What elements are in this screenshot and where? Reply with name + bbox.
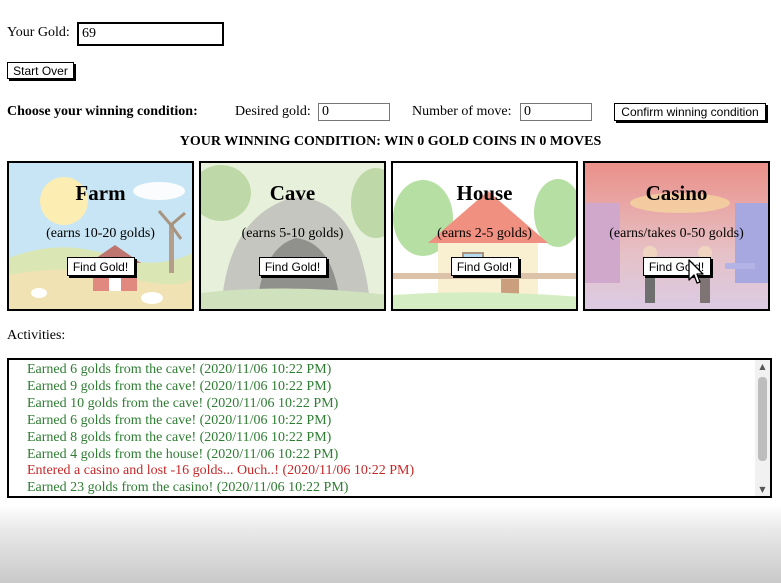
scroll-down-icon[interactable]: ▼ [755,485,770,494]
choose-winning-condition-label: Choose your winning condition: [7,104,198,119]
place-earnings: (earns 5-10 golds) [241,226,344,241]
place-card-cave: Cave (earns 5-10 golds) Find Gold! [199,161,386,311]
gold-input[interactable] [77,22,224,46]
activities-scrollbar[interactable]: ▲ ▼ [755,360,770,496]
gold-label: Your Gold: [7,25,70,40]
activity-line: Earned 6 golds from the cave! (2020/11/0… [27,362,332,377]
desired-gold-label: Desired gold: [235,104,311,119]
activity-line: Earned 16 golds from the casino! (2020/1… [27,497,414,498]
confirm-winning-condition-button[interactable]: Confirm winning condition [614,103,766,121]
activities-log[interactable]: Earned 6 golds from the cave! (2020/11/0… [7,358,772,498]
place-earnings: (earns 2-5 golds) [437,226,532,241]
activity-line: Earned 23 golds from the casino! (2020/1… [27,480,349,496]
activities-label: Activities: [7,328,66,343]
number-of-move-label: Number of move: [412,104,512,119]
desired-gold-input[interactable] [318,103,390,121]
activity-line: Earned 8 golds from the cave! (2020/11/0… [27,429,332,445]
activity-line: Entered a casino and lost -16 golds... O… [27,463,415,479]
place-card-farm: Farm (earns 10-20 golds) Find Gold! [7,161,194,311]
scroll-thumb[interactable] [758,377,767,461]
scroll-up-icon[interactable]: ▲ [755,362,770,371]
place-card-house: House (earns 2-5 golds) Find Gold! [391,161,578,311]
number-of-move-input[interactable] [520,103,592,121]
place-earnings: (earns 10-20 golds) [46,226,155,241]
find-gold-button-farm[interactable]: Find Gold! [66,257,135,276]
activity-line: Earned 9 golds from the cave! (2020/11/0… [27,378,332,394]
winning-condition-status: YOUR WINNING CONDITION: WIN 0 GOLD COINS… [179,134,602,149]
place-title: Farm [75,181,126,205]
activity-line: Earned 6 golds from the cave! (2020/11/0… [27,412,332,428]
mouse-cursor-icon [688,259,704,284]
activities-list: Earned 6 golds from the cave! (2020/11/0… [27,362,415,498]
activity-line: Earned 4 golds from the house! (2020/11/… [27,446,339,462]
find-gold-button-house[interactable]: Find Gold! [450,257,519,276]
place-title: Casino [645,181,708,205]
place-title: House [456,181,513,205]
find-gold-button-cave[interactable]: Find Gold! [258,257,327,276]
place-earnings: (earns/takes 0-50 golds) [609,226,744,241]
activity-line: Earned 10 golds from the cave! (2020/11/… [27,395,339,411]
start-over-button[interactable]: Start Over [7,62,74,79]
place-card-casino: Casino (earns/takes 0-50 golds) Find Gol… [583,161,770,311]
place-title: Cave [269,181,316,205]
